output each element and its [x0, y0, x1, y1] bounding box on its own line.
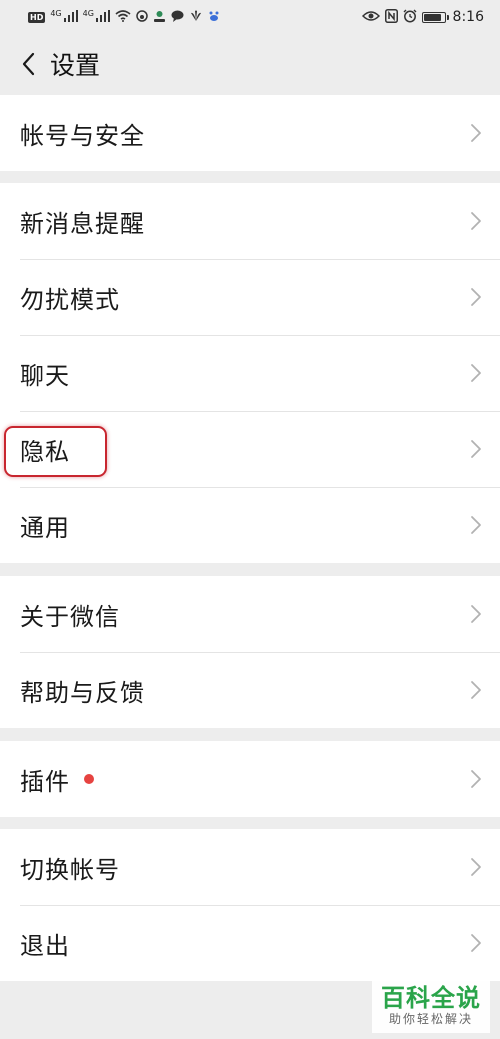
- chevron-right-icon: [471, 516, 481, 534]
- status-bar-right: 8:16: [361, 8, 484, 26]
- signal-icon: [63, 9, 78, 25]
- chevron-right-icon: [471, 605, 481, 623]
- chevron-right-icon: [471, 124, 481, 142]
- menu-item-help-feedback[interactable]: 帮助与反馈: [0, 652, 500, 728]
- clock: 8:16: [452, 9, 484, 25]
- weibo-icon: [136, 9, 148, 25]
- menu-item-label: 切换帐号: [20, 855, 120, 884]
- menu-item-label: 勿扰模式: [20, 285, 120, 314]
- menu-item-label: 通用: [20, 513, 70, 542]
- network-type-2: 4G: [82, 8, 94, 18]
- menu-item-plugins[interactable]: 插件: [0, 741, 500, 817]
- menu-item-switch-account[interactable]: 切换帐号: [0, 829, 500, 905]
- chevron-right-icon: [471, 934, 481, 952]
- wifi-icon: [115, 9, 131, 25]
- menu-item-label: 帮助与反馈: [20, 678, 145, 707]
- chevron-right-icon: [471, 681, 481, 699]
- battery-level: [423, 13, 441, 21]
- settings-group-account-switch: 切换帐号 退出: [0, 829, 500, 981]
- menu-item-account-security[interactable]: 帐号与安全: [0, 95, 500, 171]
- signal-icon-2: [95, 9, 110, 25]
- huawei-icon: [189, 10, 203, 25]
- chevron-right-icon: [471, 770, 481, 788]
- settings-group-general: 新消息提醒 勿扰模式 聊天 隐私 通用: [0, 183, 500, 563]
- chat-bubble-icon: [171, 10, 184, 25]
- menu-item-label: 帐号与安全: [20, 121, 145, 150]
- chevron-right-icon: [471, 212, 481, 230]
- nfc-icon: [384, 8, 398, 26]
- menu-item-chat[interactable]: 聊天: [0, 335, 500, 411]
- menu-item-label: 关于微信: [20, 602, 120, 631]
- chevron-right-icon: [471, 440, 481, 458]
- baidu-icon: [208, 10, 220, 25]
- settings-group-account: 帐号与安全: [0, 95, 500, 171]
- menu-item-privacy[interactable]: 隐私: [0, 411, 500, 487]
- menu-item-label: 退出: [20, 931, 70, 960]
- status-bar: HD 4G 4G 8:16: [0, 0, 500, 34]
- settings-group-about: 关于微信 帮助与反馈: [0, 576, 500, 728]
- menu-item-label: 新消息提醒: [20, 209, 145, 238]
- app-notification-icon: [153, 10, 166, 25]
- menu-item-label: 隐私: [20, 437, 70, 466]
- page-title: 设置: [50, 51, 101, 80]
- settings-group-plugins: 插件: [0, 741, 500, 817]
- menu-item-do-not-disturb[interactable]: 勿扰模式: [0, 259, 500, 335]
- back-arrow-icon[interactable]: [8, 34, 48, 94]
- watermark-logo: 百科全说 助你轻松解决: [372, 979, 490, 1033]
- eye-icon: [361, 10, 380, 25]
- alarm-icon: [403, 9, 417, 26]
- menu-item-new-message-notification[interactable]: 新消息提醒: [0, 183, 500, 259]
- menu-item-logout[interactable]: 退出: [0, 905, 500, 981]
- navigation-bar: 设置: [0, 34, 500, 94]
- watermark-title: 百科全说: [381, 984, 481, 1012]
- chevron-right-icon: [471, 288, 481, 306]
- chevron-right-icon: [471, 858, 481, 876]
- menu-item-about-wechat[interactable]: 关于微信: [0, 576, 500, 652]
- status-bar-left: HD 4G 4G: [28, 8, 220, 25]
- chevron-right-icon: [471, 364, 481, 382]
- red-dot-badge: [84, 774, 94, 784]
- hd-badge: HD: [28, 11, 46, 23]
- menu-item-label: 聊天: [20, 361, 70, 390]
- battery-icon: [421, 11, 449, 23]
- menu-item-general[interactable]: 通用: [0, 487, 500, 563]
- watermark-subtitle: 助你轻松解决: [388, 1012, 473, 1026]
- menu-item-label: 插件: [20, 767, 70, 796]
- network-type-1: 4G: [50, 8, 62, 18]
